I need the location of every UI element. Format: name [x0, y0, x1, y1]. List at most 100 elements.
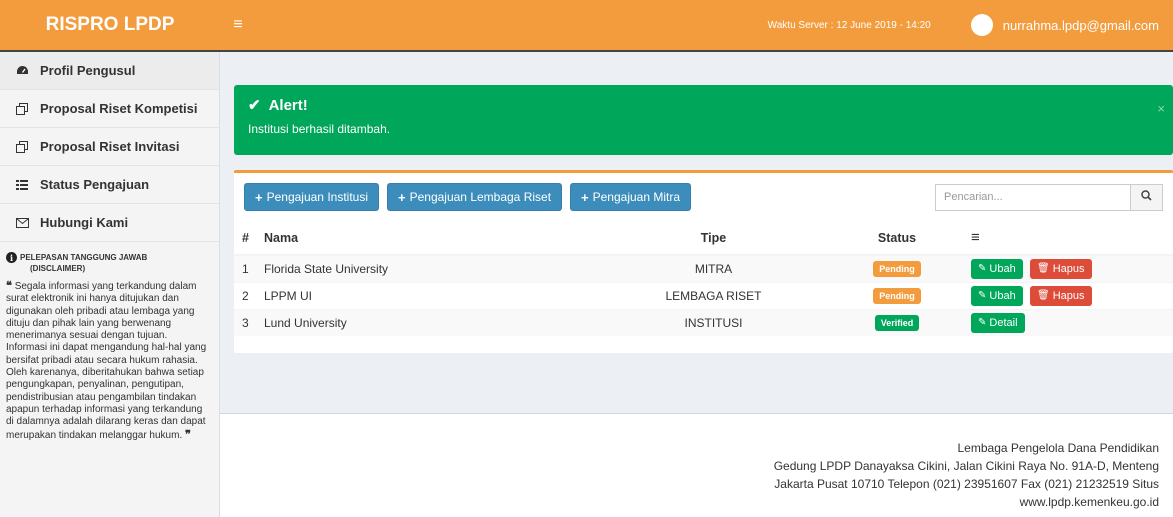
edit-button[interactable]: ✎ Ubah [971, 258, 1023, 279]
button-label: Pengajuan Lembaga Riset [409, 190, 552, 204]
institution-table: # Nama Tipe Status ≡ 1 Florida State Uni… [234, 221, 1173, 336]
col-status: Status [831, 221, 963, 256]
grid-icon [14, 179, 30, 190]
row-actions: ✎ Detail [963, 308, 1173, 336]
disclaimer-text: ❝ Segala informasi yang terkandung dalam… [0, 274, 219, 442]
row-index: 3 [234, 308, 256, 336]
trash-icon: 🗑 [1037, 263, 1050, 275]
delete-label: Hapus [1052, 289, 1085, 302]
detail-button[interactable]: ✎ Detail [971, 312, 1025, 333]
delete-button[interactable]: 🗑 Hapus [1030, 258, 1092, 279]
quote-open-icon: ❝ [6, 279, 12, 292]
delete-label: Hapus [1052, 262, 1085, 275]
row-status: Verified [831, 308, 963, 336]
row-nama: Florida State University [256, 254, 596, 282]
sidebar-item-profil[interactable]: Profil Pengusul [0, 52, 219, 90]
table-row: 2 LPPM UI LEMBAGA RISET Pending ✎ Ubah 🗑 H… [234, 281, 1173, 309]
info-icon: i [6, 252, 17, 263]
edit-icon: ✎ [978, 290, 987, 301]
copy-icon [14, 102, 30, 115]
table-header-row: # Nama Tipe Status ≡ [234, 221, 1173, 256]
footer-website-link[interactable]: www.lpdp.kemenkeu.go.id [220, 493, 1159, 511]
top-header: RISPRO LPDP ≡ Waktu Server : 12 June 201… [0, 0, 1173, 52]
edit-label: Ubah [989, 289, 1016, 302]
delete-button[interactable]: 🗑 Hapus [1030, 285, 1092, 306]
institution-box: + Pengajuan Institusi + Pengajuan Lembag… [234, 170, 1173, 353]
col-actions-menu-icon: ≡ [963, 221, 1173, 256]
dashboard-icon [14, 65, 30, 76]
table-row: 1 Florida State University MITRA Pending… [234, 254, 1173, 282]
col-index: # [234, 221, 256, 256]
sidebar: Profil Pengusul Proposal Riset Kompetisi… [0, 52, 220, 517]
disclaimer-heading: i PELEPASAN TANGGUNG JAWAB (DISCLAIMER) [0, 242, 219, 274]
sidebar-item-label: Hubungi Kami [40, 215, 129, 230]
sidebar-item-label: Proposal Riset Kompetisi [40, 101, 198, 116]
trash-icon: 🗑 [1037, 290, 1050, 301]
row-nama: Lund University [256, 308, 596, 336]
brand-logo[interactable]: RISPRO LPDP [0, 0, 220, 50]
sidebar-item-kompetisi[interactable]: Proposal Riset Kompetisi [0, 90, 219, 128]
quote-close-icon: ❞ [185, 427, 191, 441]
status-badge: Pending [873, 260, 921, 277]
avatar[interactable] [970, 14, 993, 36]
add-institusi-button[interactable]: + Pengajuan Institusi [244, 183, 379, 211]
envelope-icon [14, 217, 30, 228]
alert-message: Institusi berhasil ditambah. [248, 122, 391, 136]
row-tipe: LEMBAGA RISET [596, 281, 831, 309]
search-input[interactable] [935, 183, 1131, 211]
status-badge: Verified [874, 314, 920, 331]
row-index: 1 [234, 254, 256, 282]
footer: Lembaga Pengelola Dana Pendidikan Gedung… [220, 413, 1173, 517]
alert-title-row: ✔ Alert! [248, 96, 1159, 115]
row-nama: LPPM UI [256, 281, 596, 309]
detail-label: Detail [989, 316, 1018, 329]
row-index: 2 [234, 281, 256, 309]
plus-icon: + [255, 189, 263, 205]
footer-org-name: Lembaga Pengelola Dana Pendidikan [957, 441, 1160, 455]
copy-icon [14, 140, 30, 153]
add-lembaga-riset-button[interactable]: + Pengajuan Lembaga Riset [387, 183, 563, 211]
header-right: Waktu Server : 12 June 2019 - 14:20 nurr… [768, 14, 1173, 36]
row-actions: ✎ Ubah 🗑 Hapus [963, 254, 1173, 282]
button-label: Pengajuan Institusi [266, 190, 368, 204]
edit-button[interactable]: ✎ Ubah [971, 285, 1023, 306]
sidebar-item-status[interactable]: Status Pengajuan [0, 166, 219, 204]
row-status: Pending [831, 281, 963, 309]
disclaimer-body: Segala informasi yang terkandung dalam s… [6, 281, 207, 441]
disclaimer-subtitle: (DISCLAIMER) [30, 264, 86, 273]
close-icon[interactable]: × [1157, 101, 1165, 116]
row-status: Pending [831, 254, 963, 282]
main-content: ✔ Alert! Institusi berhasil ditambah. × … [220, 52, 1173, 413]
button-label: Pengajuan Mitra [592, 190, 681, 204]
user-email[interactable]: nurrahma.lpdp@gmail.com [1003, 18, 1159, 33]
server-time: Waktu Server : 12 June 2019 - 14:20 [767, 19, 931, 31]
status-badge: Pending [873, 287, 921, 304]
sidebar-item-label: Profil Pengusul [40, 63, 136, 78]
sidebar-item-label: Proposal Riset Invitasi [40, 139, 180, 154]
table-row: 3 Lund University INSTITUSI Verified ✎ De… [234, 308, 1173, 336]
check-icon: ✔ [248, 97, 261, 114]
footer-contact: Jakarta Pusat 10710 Telepon (021) 239516… [774, 477, 1159, 491]
toolbar: + Pengajuan Institusi + Pengajuan Lembag… [234, 173, 1173, 221]
footer-address: Gedung LPDP Danayaksa Cikini, Jalan Ciki… [773, 459, 1159, 473]
col-tipe: Tipe [596, 221, 831, 256]
edit-label: Ubah [989, 262, 1016, 275]
sidebar-item-hubungi[interactable]: Hubungi Kami [0, 204, 219, 242]
row-tipe: MITRA [596, 254, 831, 282]
sidebar-item-label: Status Pengajuan [40, 177, 150, 192]
search-group [935, 183, 1163, 211]
alert-title: Alert! [268, 96, 308, 114]
col-nama: Nama [256, 221, 596, 256]
success-alert: ✔ Alert! Institusi berhasil ditambah. × [234, 85, 1173, 155]
row-tipe: INSTITUSI [596, 308, 831, 336]
row-actions: ✎ Ubah 🗑 Hapus [963, 281, 1173, 309]
sidebar-item-invitasi[interactable]: Proposal Riset Invitasi [0, 128, 219, 166]
search-icon [1141, 188, 1152, 206]
add-mitra-button[interactable]: + Pengajuan Mitra [570, 183, 692, 211]
hamburger-icon[interactable]: ≡ [228, 16, 248, 34]
edit-icon: ✎ [978, 263, 987, 275]
plus-icon: + [581, 189, 589, 205]
disclaimer-title: PELEPASAN TANGGUNG JAWAB [20, 253, 148, 262]
search-button[interactable] [1131, 183, 1163, 211]
edit-icon: ✎ [978, 317, 987, 329]
